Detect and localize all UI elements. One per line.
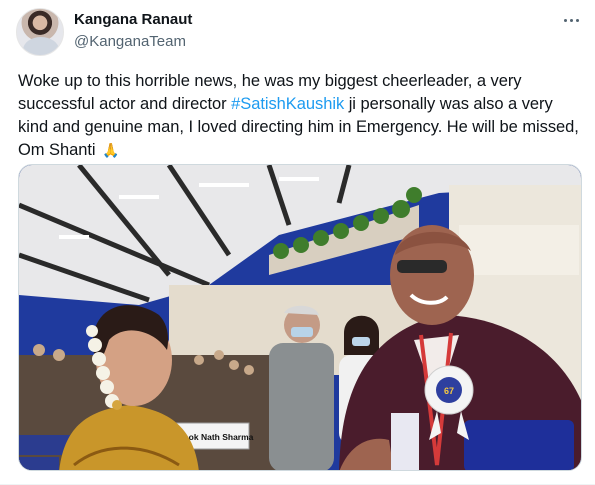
- folded-hands-emoji: 🙏: [102, 142, 120, 158]
- tweet-card[interactable]: Kangana Ranaut @KanganaTeam Woke up to t…: [0, 0, 595, 485]
- tweet-text: Woke up to this horrible news, he was my…: [18, 70, 580, 162]
- certificate-folder: [464, 420, 574, 470]
- photo-scene: Shri Lok Nath Sharma 67: [19, 165, 581, 470]
- author-block: Kangana Ranaut @KanganaTeam: [74, 10, 192, 52]
- avatar[interactable]: [16, 8, 64, 56]
- author-handle[interactable]: @KanganaTeam: [74, 32, 192, 52]
- more-options-icon[interactable]: [559, 10, 583, 30]
- author-display-name[interactable]: Kangana Ranaut: [74, 10, 192, 30]
- side-panel: [459, 225, 579, 275]
- hashtag-link[interactable]: #SatishKaushik: [231, 95, 344, 113]
- rosette-number: 67: [444, 386, 454, 396]
- tweet-photo[interactable]: Shri Lok Nath Sharma 67: [18, 164, 582, 471]
